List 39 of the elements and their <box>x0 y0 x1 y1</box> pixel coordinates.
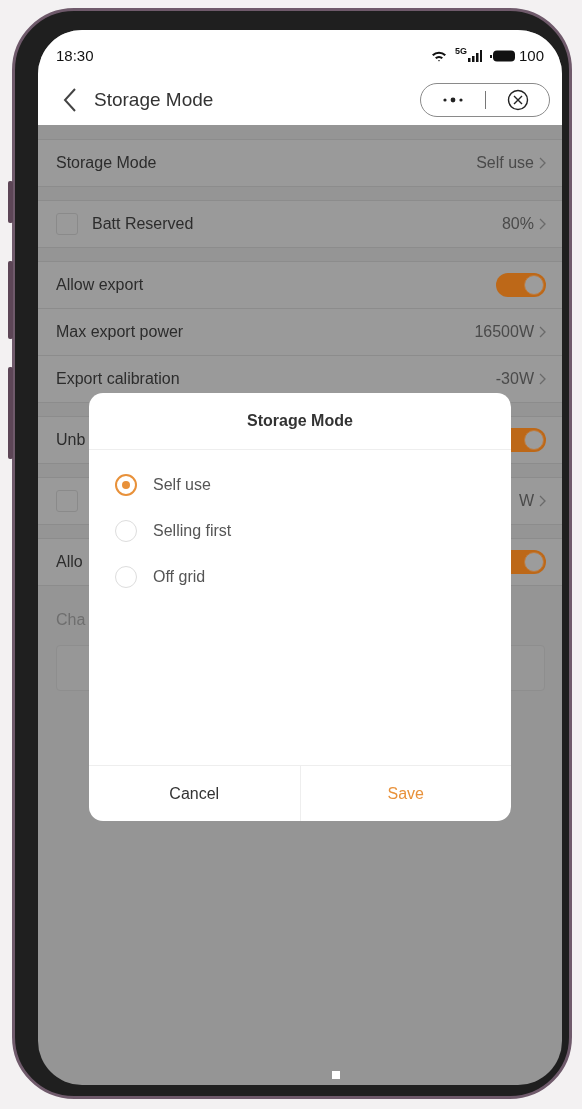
row-value: -30W <box>495 370 534 388</box>
wifi-icon <box>430 49 447 62</box>
row-label: Max export power <box>56 323 184 341</box>
settings-row[interactable]: Batt Reserved 80% <box>38 201 562 248</box>
row-value: W <box>518 492 534 510</box>
more-icon[interactable] <box>441 96 464 104</box>
row-label: Allow export <box>56 276 144 294</box>
battery-level: 100 <box>518 47 544 64</box>
status-time: 18:30 <box>56 47 95 64</box>
signal-icon <box>467 49 482 62</box>
cancel-button[interactable]: Cancel <box>89 766 300 821</box>
network-label: 5G <box>454 46 467 56</box>
row-value: Self use <box>476 154 534 172</box>
row-value: 80% <box>501 215 534 233</box>
option-label[interactable]: Off grid <box>153 568 206 586</box>
chevron-icon <box>539 495 546 507</box>
settings-row[interactable]: Allow export <box>38 262 562 309</box>
settings-row[interactable]: Max export power 16500W <box>38 309 562 356</box>
chevron-icon <box>539 218 546 230</box>
dialog-title: Storage Mode <box>89 393 511 450</box>
row-label: Batt Reserved <box>92 215 194 233</box>
option-label[interactable]: Self use <box>153 476 211 494</box>
settings-row[interactable]: Storage Mode Self use <box>38 140 562 187</box>
chevron-icon <box>539 326 546 338</box>
row-value: 16500W <box>474 323 534 341</box>
battery-icon <box>489 49 516 62</box>
option-label[interactable]: Selling first <box>153 522 232 540</box>
row-label: Allo <box>56 553 83 571</box>
row-label: Export calibration <box>56 370 180 388</box>
close-icon[interactable] <box>506 89 529 111</box>
back-icon[interactable] <box>63 88 77 112</box>
home-indicator <box>332 1071 340 1079</box>
page-title: Storage Mode <box>94 89 215 111</box>
chevron-icon <box>539 373 546 385</box>
chevron-icon <box>539 157 546 169</box>
row-label: Storage Mode <box>56 154 157 172</box>
radio-button[interactable] <box>115 474 137 496</box>
toggle-switch[interactable] <box>496 273 546 297</box>
row-label: Unb <box>56 431 86 449</box>
